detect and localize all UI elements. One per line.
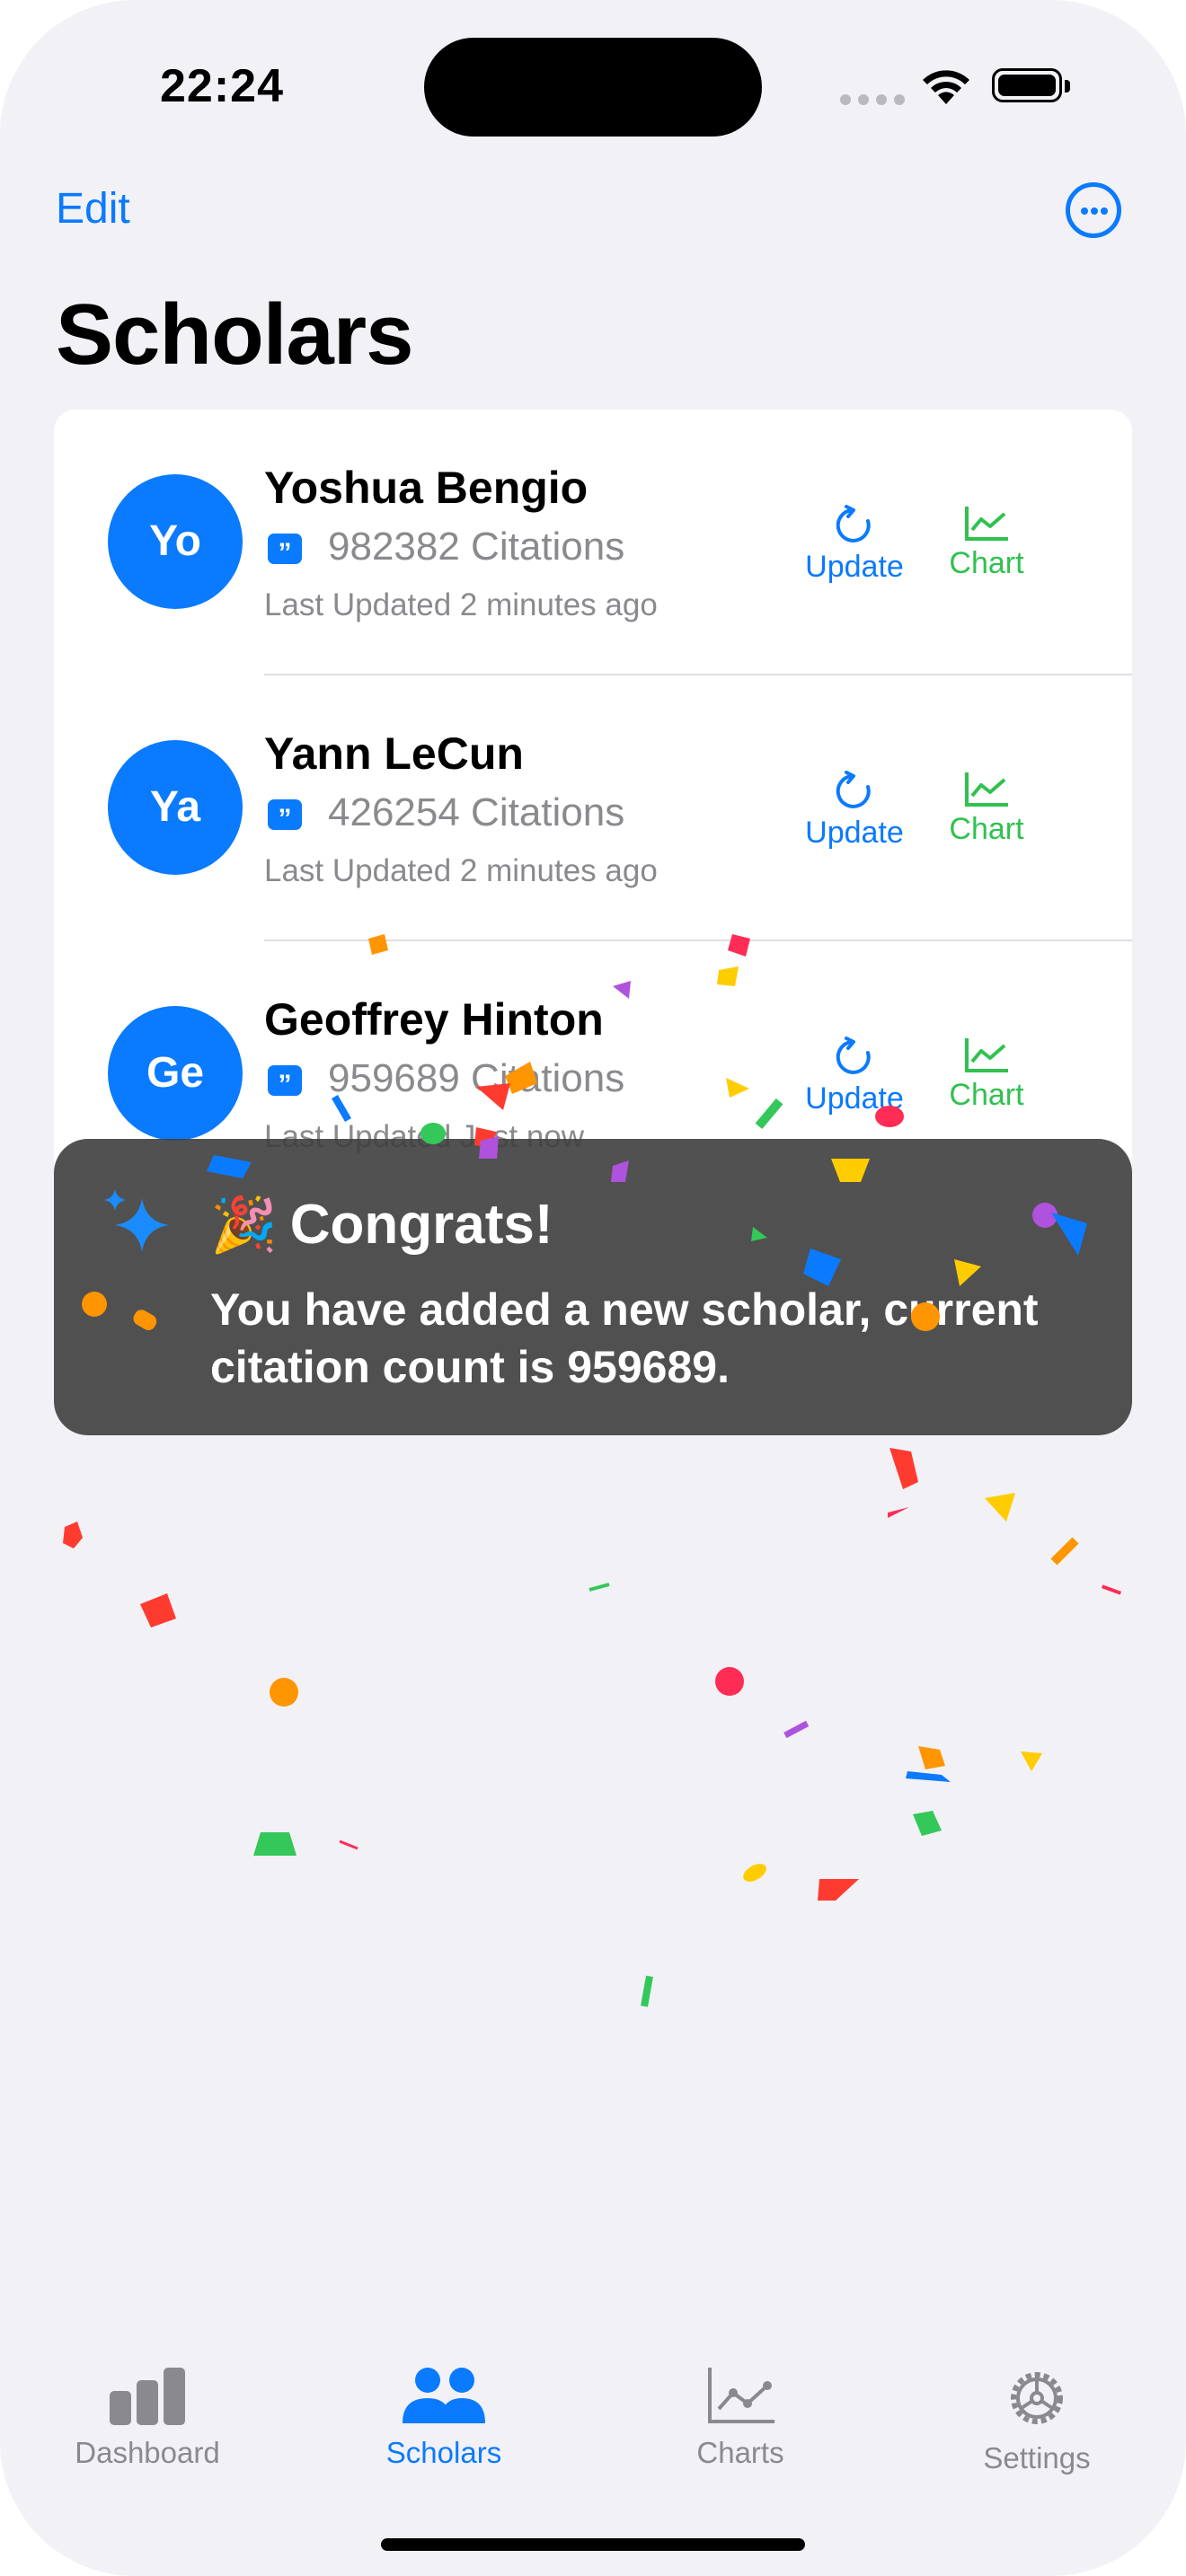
chart-bar-icon [110,2368,185,2425]
scholar-name: Yann LeCun [264,728,524,779]
tab-dashboard[interactable]: Dashboard [13,2342,282,2470]
line-chart-icon [965,772,1008,807]
toast-message: You have added a new scholar, current ci… [210,1284,1039,1392]
quote-bubble-icon: ” [268,1065,302,1099]
scholar-name: Geoffrey Hinton [264,994,604,1045]
citation-count: 959689 Citations [328,1056,625,1100]
chart-button[interactable]: Chart [933,1035,1040,1113]
citation-count: 982382 Citations [328,525,625,569]
last-updated: Last Updated 2 minutes ago [264,587,658,622]
scholar-list: Yo Yoshua Bengio ” 982382 Citations Last… [54,410,1132,1218]
last-updated: Last Updated 2 minutes ago [264,853,658,888]
refresh-icon [836,1037,871,1074]
line-chart-icon [965,1038,1008,1072]
quote-bubble-icon: ” [268,534,302,568]
line-chart-icon [965,507,1008,541]
battery-icon [992,68,1070,102]
signal-icon [840,93,912,110]
avatar: Ya [108,740,243,875]
sparkles-icon [101,1186,173,1262]
scholar-row[interactable]: Ya Yann LeCun ” 426254 Citations Last Up… [54,675,1132,941]
dynamic-island [424,38,762,137]
update-button[interactable]: Update [796,503,913,585]
gear-icon [1011,2372,1063,2424]
status-time: 22:24 [160,60,284,112]
line-chart-icon [708,2368,774,2423]
phone-screen: 22:24 Edit Scholars Yo Yoshua Bengio ” 9… [0,0,1186,2576]
chart-button[interactable]: Chart [933,769,1040,847]
toast-title: 🎉 Congrats! [210,1194,553,1256]
edit-button[interactable]: Edit [56,184,130,234]
update-button[interactable]: Update [796,769,913,851]
citation-count: 426254 Citations [328,790,625,834]
party-popper-icon: 🎉 [210,1195,278,1255]
page-title: Scholars [56,287,414,383]
ellipsis-circle-icon[interactable] [1066,182,1121,238]
avatar: Ge [108,1006,243,1141]
scholar-row[interactable]: Yo Yoshua Bengio ” 982382 Citations Last… [54,410,1132,675]
avatar: Yo [108,474,243,609]
people-icon [403,2368,485,2423]
tab-charts[interactable]: Charts [606,2342,875,2470]
chart-button[interactable]: Chart [933,503,1040,581]
quote-bubble-icon: ” [268,799,302,834]
tab-settings[interactable]: Settings [902,2342,1172,2475]
congrats-toast[interactable]: 🎉 Congrats! You have added a new scholar,… [54,1139,1132,1435]
tab-scholars[interactable]: Scholars [309,2342,579,2470]
refresh-icon [836,771,871,808]
update-button[interactable]: Update [796,1035,913,1116]
home-indicator [381,2538,805,2551]
wifi-icon [918,65,974,110]
scholar-name: Yoshua Bengio [264,463,589,513]
refresh-icon [836,505,871,543]
